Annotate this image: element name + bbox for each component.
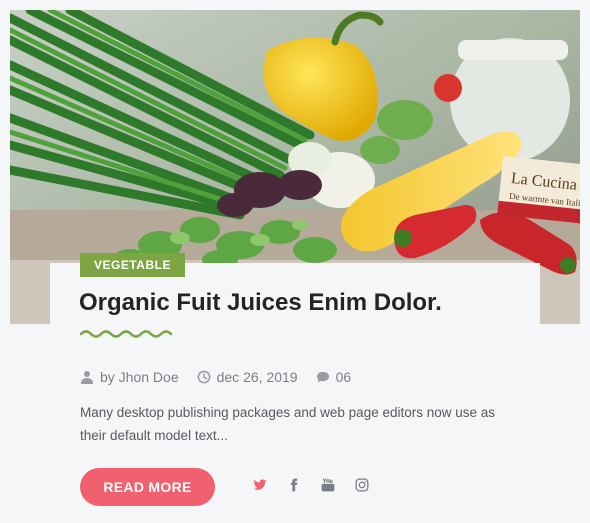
author-name: by Jhon Doe [100, 369, 179, 385]
social-share [253, 478, 369, 492]
user-icon [80, 370, 94, 384]
post-date: dec 26, 2019 [216, 369, 298, 385]
facebook-icon[interactable] [287, 478, 301, 492]
author-meta[interactable]: by Jhon Doe [80, 369, 179, 385]
title-wave-divider [80, 330, 172, 338]
comments-meta[interactable]: 06 [316, 369, 352, 385]
category-badge[interactable]: VEGETABLE [80, 253, 185, 277]
post-card: VEGETABLE Organic Fuit Juices Enim Dolor… [50, 253, 540, 523]
twitter-icon[interactable] [253, 478, 267, 492]
youtube-icon[interactable] [321, 478, 335, 492]
date-meta: dec 26, 2019 [197, 369, 298, 385]
clock-icon [197, 370, 211, 384]
instagram-icon[interactable] [355, 478, 369, 492]
comment-count: 06 [335, 369, 352, 385]
post-meta: by Jhon Doe dec 26, 2019 06 [80, 369, 351, 385]
read-more-button[interactable]: READ MORE [80, 468, 215, 506]
comment-icon [316, 370, 330, 384]
post-title[interactable]: Organic Fuit Juices Enim Dolor. [79, 289, 442, 317]
post-excerpt: Many desktop publishing packages and web… [80, 405, 496, 443]
